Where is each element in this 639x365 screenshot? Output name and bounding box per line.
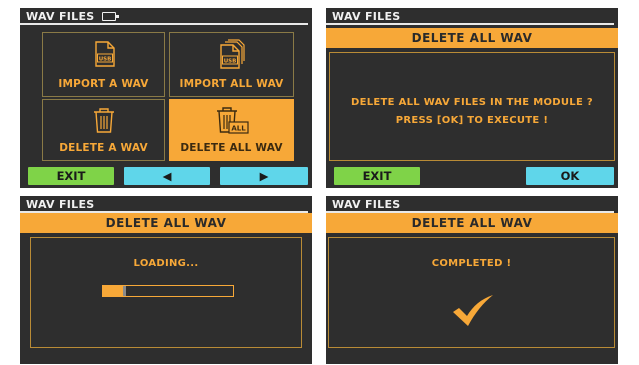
import-a-wav-tile[interactable]: USB IMPORT A WAV <box>42 32 165 97</box>
ok-button[interactable]: OK <box>526 167 614 185</box>
screen-title: WAV FILES <box>332 10 401 23</box>
confirm-instruction: PRESS [OK] TO EXECUTE ! <box>395 115 549 126</box>
tile-label: IMPORT ALL WAV <box>179 78 284 90</box>
delete-all-confirm-screen: WAV FILES DELETE ALL WAV DELETE ALL WAV … <box>326 8 618 188</box>
screen-banner: DELETE ALL WAV <box>20 213 312 233</box>
usb-file-icon: USB <box>94 41 115 67</box>
wav-files-menu-screen: WAV FILES USB IMPORT A WAV USB IMPORT AL… <box>20 8 312 188</box>
import-all-wav-tile[interactable]: USB IMPORT ALL WAV <box>169 32 294 97</box>
titlebar: WAV FILES <box>326 8 618 25</box>
confirm-message: DELETE ALL WAV FILES IN THE MODULE ? <box>351 97 593 108</box>
title-divider <box>326 23 614 25</box>
status-frame: COMPLETED ! <box>328 237 615 348</box>
completed-status: COMPLETED ! <box>431 258 512 269</box>
tile-label: IMPORT A WAV <box>58 78 149 90</box>
checkmark-icon <box>453 295 493 326</box>
next-button[interactable]: ▶ <box>220 167 308 185</box>
trash-icon <box>93 108 114 133</box>
usb-label: USB <box>223 59 236 65</box>
titlebar: WAV FILES <box>20 196 312 213</box>
delete-all-completed-screen: WAV FILES DELETE ALL WAV COMPLETED ! <box>326 196 618 364</box>
all-label: ALL <box>231 125 246 133</box>
progress-fill <box>103 286 123 296</box>
screen-title: WAV FILES <box>26 198 95 211</box>
screen-title: WAV FILES <box>26 10 95 23</box>
title-divider <box>20 23 308 25</box>
delete-all-wav-tile[interactable]: ALL DELETE ALL WAV <box>169 99 294 161</box>
status-frame: LOADING... <box>30 237 302 348</box>
exit-button[interactable]: EXIT <box>28 167 114 185</box>
message-frame: DELETE ALL WAV FILES IN THE MODULE ? PRE… <box>329 52 615 161</box>
delete-a-wav-tile[interactable]: DELETE A WAV <box>42 99 165 161</box>
titlebar: WAV FILES <box>326 196 618 213</box>
progress-bar <box>102 285 234 297</box>
exit-button[interactable]: EXIT <box>334 167 420 185</box>
previous-button[interactable]: ◀ <box>124 167 210 185</box>
screen-banner: DELETE ALL WAV <box>326 213 618 233</box>
titlebar: WAV FILES <box>20 8 312 25</box>
delete-all-loading-screen: WAV FILES DELETE ALL WAV LOADING... <box>20 196 312 364</box>
screen-banner: DELETE ALL WAV <box>326 28 618 48</box>
tile-label: DELETE ALL WAV <box>180 142 283 154</box>
screen-title: WAV FILES <box>332 198 401 211</box>
loading-status: LOADING... <box>133 258 199 269</box>
sd-card-icon <box>102 12 119 21</box>
trash-all-icon: ALL <box>216 107 249 134</box>
tile-label: DELETE A WAV <box>59 142 148 154</box>
usb-multiple-files-icon: USB <box>219 39 245 69</box>
usb-label: USB <box>98 57 111 63</box>
progress-track-segment <box>122 286 126 296</box>
